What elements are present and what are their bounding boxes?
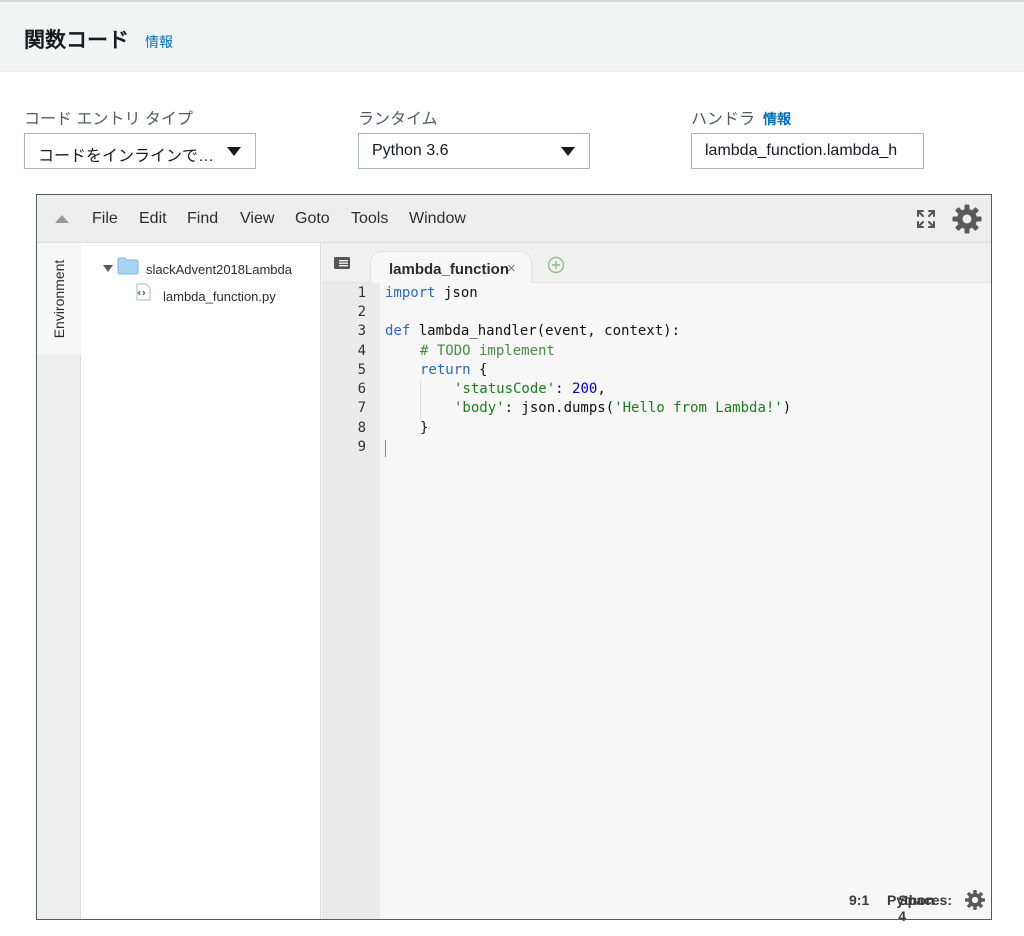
menu-edit[interactable]: Edit <box>139 210 167 228</box>
python-file-icon <box>136 283 151 301</box>
runtime-select[interactable]: Python 3.6 <box>358 133 590 169</box>
code-line-1: import json <box>385 285 478 301</box>
tab-lambda-function[interactable]: lambda_function × <box>370 251 532 284</box>
code-text: ) <box>782 400 792 416</box>
code-line-5: return { <box>420 362 487 378</box>
line-number: 2 <box>357 304 366 320</box>
runtime-label: ランタイム <box>358 105 438 129</box>
code-line-3: def lambda_handler(event, context): <box>385 323 680 339</box>
string: 'statusCode' <box>454 381 556 397</box>
section-header: 関数コード 情報 <box>0 0 1024 72</box>
line-number: 3 <box>357 323 366 339</box>
code-text: } <box>420 420 429 436</box>
code-line-8: } <box>420 420 428 436</box>
string: 'body' <box>454 400 505 416</box>
runtime-value: Python 3.6 <box>372 142 449 159</box>
code-text: : <box>555 381 573 397</box>
environment-rail: Environment <box>37 243 81 919</box>
editor-pane: lambda_function × 1 2 3 4 5 6 7 8 9 impo… <box>322 243 991 924</box>
string: 'Hello from Lambda!' <box>614 400 783 416</box>
status-bar: 9:1 Python Spaces: 4 <box>691 881 991 924</box>
line-number: 1 <box>357 285 366 301</box>
info-link[interactable]: 情報 <box>145 32 173 52</box>
fullscreen-icon[interactable] <box>916 209 936 229</box>
menu-find[interactable]: Find <box>187 210 218 228</box>
code-text: json <box>435 285 478 301</box>
folder-icon <box>117 257 139 275</box>
code-text: : json.dumps( <box>504 400 615 416</box>
line-gutter: 1 2 3 4 5 6 7 8 9 <box>322 283 380 919</box>
add-tab-icon[interactable] <box>547 256 565 274</box>
indent-guide <box>420 381 421 419</box>
file-tree: slackAdvent2018Lambda lambda_function.py <box>81 243 321 919</box>
tab-bar: lambda_function × <box>322 243 991 284</box>
menu-view[interactable]: View <box>240 210 274 228</box>
keyword: import <box>385 285 436 301</box>
status-gear-icon[interactable] <box>964 889 986 911</box>
comment: # TODO implement <box>420 343 555 359</box>
code-entry-label-text: コード エントリ タイプ <box>24 111 193 128</box>
handler-value: lambda_function.lambda_h <box>705 142 898 159</box>
menu-goto[interactable]: Goto <box>295 210 330 228</box>
code-area[interactable]: import json def lambda_handler(event, co… <box>380 283 991 919</box>
tree-file-item[interactable]: lambda_function.py <box>163 289 276 304</box>
code-entry-label: コード エントリ タイプ <box>24 105 193 129</box>
cursor-position[interactable]: 9:1 <box>849 892 869 908</box>
close-icon[interactable]: × <box>507 260 516 277</box>
page-title: 関数コード <box>24 29 129 52</box>
handler-input[interactable]: lambda_function.lambda_h <box>691 133 924 169</box>
environment-tab-label: Environment <box>51 259 67 339</box>
tree-folder-item[interactable]: slackAdvent2018Lambda <box>146 262 292 277</box>
keyword: def <box>385 323 411 339</box>
handler-label: ハンドラ 情報 <box>691 105 791 129</box>
code-line-4: # TODO implement <box>420 343 555 359</box>
keyword: return <box>420 362 471 378</box>
code-entry-select[interactable]: コードをインラインで… <box>24 133 256 169</box>
code-text: { <box>470 362 488 378</box>
handler-info-link[interactable]: 情報 <box>763 111 791 127</box>
number: 200 <box>572 381 598 397</box>
code-entry-value: コードをインラインで… <box>38 148 215 165</box>
indent-setting-text: Spaces: 4 <box>898 892 952 924</box>
code-text: , <box>597 381 606 397</box>
line-number: 5 <box>357 362 366 378</box>
environment-tab[interactable]: Environment <box>37 243 81 355</box>
expand-triangle-icon[interactable] <box>103 265 113 272</box>
line-number: 7 <box>357 400 366 416</box>
line-number: 9 <box>357 439 366 455</box>
line-number: 6 <box>357 381 366 397</box>
triangle-up-icon[interactable] <box>55 215 69 223</box>
menu-bar: File Edit Find View Goto Tools Window <box>37 195 991 243</box>
indent-setting[interactable]: Spaces: 4 <box>898 892 952 924</box>
gear-icon[interactable] <box>951 203 983 235</box>
menu-file[interactable]: File <box>92 210 118 228</box>
line-number: 4 <box>357 343 366 359</box>
caret-down-icon <box>227 147 241 156</box>
code-line-6: 'statusCode': 200, <box>454 381 606 397</box>
tab-title: lambda_function <box>389 261 510 278</box>
code-editor-ide: File Edit Find View Goto Tools Window En… <box>36 194 992 924</box>
menu-tools[interactable]: Tools <box>351 210 388 228</box>
caret-down-icon <box>561 147 575 156</box>
runtime-label-text: ランタイム <box>358 111 438 128</box>
text-cursor <box>385 440 386 457</box>
handler-label-text: ハンドラ <box>691 111 756 128</box>
menu-window[interactable]: Window <box>409 210 466 228</box>
line-number: 8 <box>357 420 366 436</box>
code-line-7: 'body': json.dumps('Hello from Lambda!') <box>454 400 791 416</box>
code-text: lambda_handler(event, context): <box>410 323 681 339</box>
tab-menu-icon[interactable] <box>334 257 350 269</box>
